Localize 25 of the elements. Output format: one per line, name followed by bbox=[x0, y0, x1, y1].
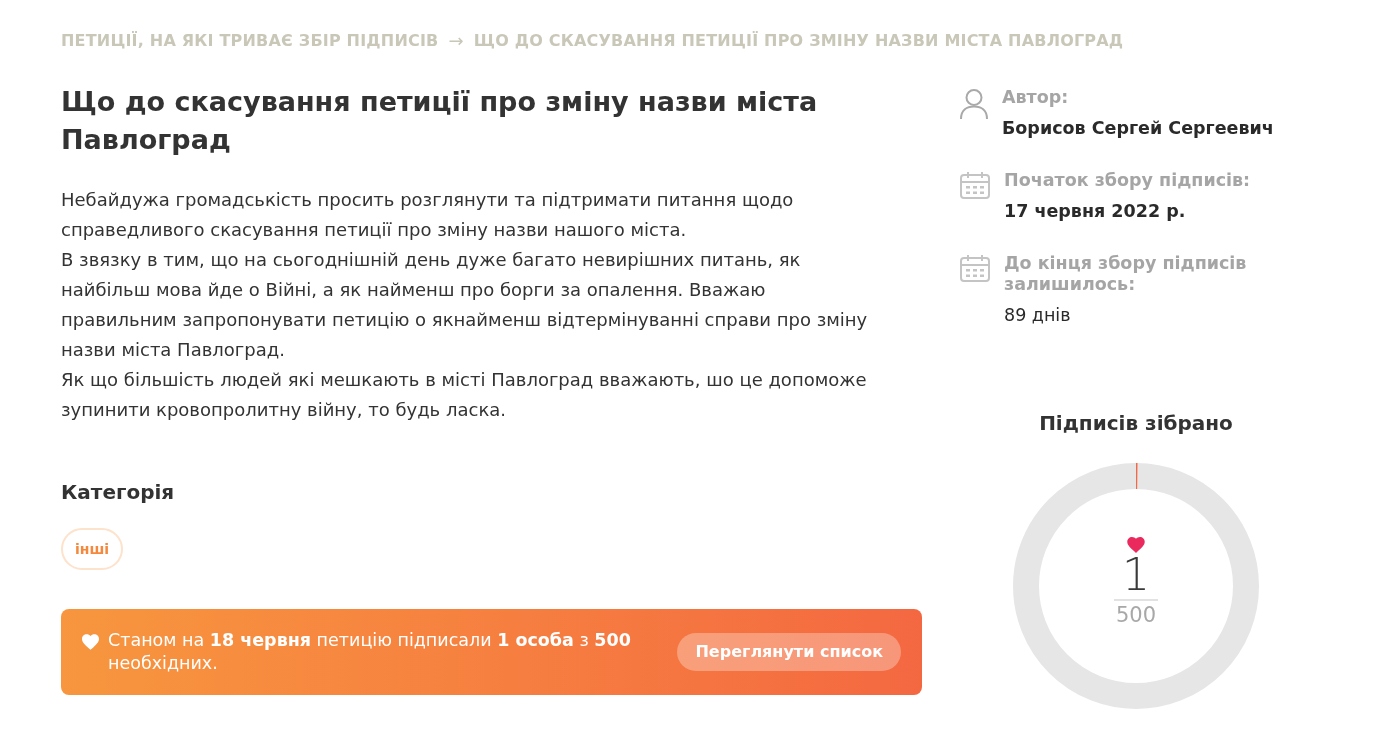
breadcrumb-current: ЩО ДО СКАСУВАННЯ ПЕТИЦІЇ ПРО ЗМІНУ НАЗВИ МІСТА ПАВЛОГРАД bbox=[473, 29, 1124, 52]
signature-goal: 500 bbox=[1115, 602, 1157, 629]
detail-label: До кінця збору підписів залишилось: bbox=[1004, 253, 1248, 295]
heart-icon bbox=[82, 634, 99, 650]
petition-text: Як що більшість людей які мешкають в місті Павлоград вважають, шо це допоможе зупинити кровопролитну війну, то будь ласка. bbox=[61, 368, 868, 422]
detail-value: Борисов Сергей Сергеевич bbox=[1002, 117, 1274, 140]
signature-count: 1 bbox=[1114, 553, 1158, 601]
detail-value: 17 червня 2022 р. bbox=[1004, 200, 1187, 223]
heart-icon bbox=[1127, 537, 1145, 553]
petition-text: В звязку в тим, що на сьогоднішній день дуже багато невирішних питань, як найбільш мова йде о Війні, а як найменш про борги за опалення. Вважаю правильним запропонувати петицію о якнайменш відтермінуванні справи про зміну назви міста Павлоград. bbox=[61, 248, 869, 362]
calendar-icon bbox=[960, 255, 990, 282]
category-tag[interactable]: інші bbox=[61, 528, 124, 570]
person-icon bbox=[960, 89, 988, 119]
petition-title: Що до скасування петиції про зміну назви міста Павлоград bbox=[61, 85, 819, 157]
petition-text: Небайдужа громадськість просить розглянути та підтримати питання щодо справедливого скасування петиції про зміну назви нашого міста. bbox=[61, 188, 795, 242]
view-list-button[interactable]: Переглянути список bbox=[677, 633, 901, 671]
detail-value: 89 днів bbox=[1004, 304, 1072, 327]
signature-status-text: Станом на 18 червня петицію підписали 1 особа з 500 необхідних. bbox=[108, 629, 632, 675]
gauge-title: Підписів зібрано bbox=[1039, 410, 1233, 437]
detail-label: Початок збору підписів: bbox=[1004, 170, 1252, 191]
breadcrumb-link[interactable]: ПЕТИЦІЇ, НА ЯКІ ТРИВАЄ ЗБІР ПІДПИСІВ bbox=[61, 28, 439, 53]
calendar-icon bbox=[960, 172, 990, 199]
detail-label: Автор: bbox=[1002, 87, 1070, 108]
category-heading: Категорія bbox=[61, 479, 176, 506]
breadcrumb-separator: → bbox=[448, 29, 464, 53]
